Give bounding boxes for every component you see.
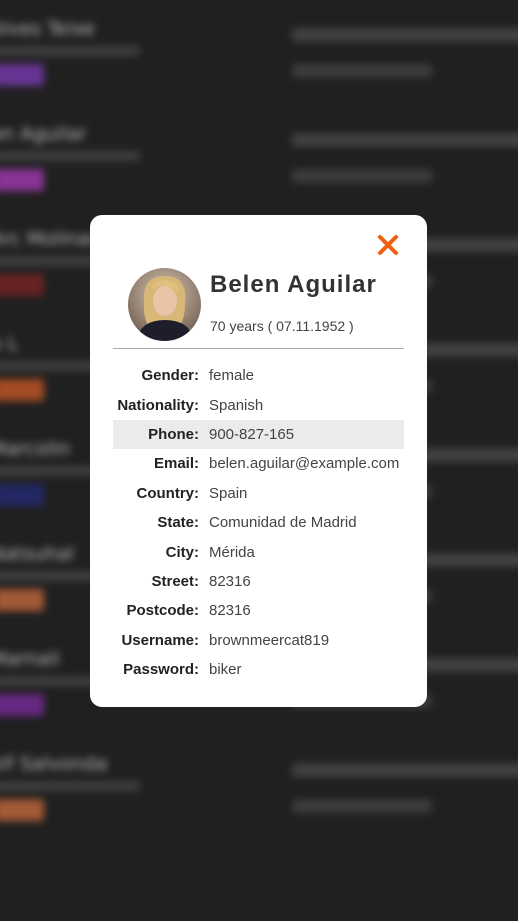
- detail-value: Comunidad de Madrid: [209, 514, 357, 532]
- detail-value: Spain: [209, 484, 248, 502]
- detail-label: Password:: [123, 661, 199, 679]
- detail-row-nationality: Nationality: Spanish: [113, 390, 404, 419]
- detail-value: belen.aguilar@example.com: [209, 455, 400, 473]
- detail-value: 900-827-165: [209, 425, 295, 443]
- detail-value: Mérida: [209, 543, 255, 561]
- detail-value: biker: [209, 661, 242, 679]
- user-full-name: Belen Aguilar: [210, 271, 377, 298]
- detail-label: Nationality:: [117, 396, 199, 414]
- detail-label: Phone:: [148, 425, 199, 443]
- detail-value: brownmeercat819: [209, 631, 330, 649]
- detail-value: female: [209, 367, 255, 385]
- detail-label: City:: [165, 543, 199, 561]
- detail-label: Email:: [153, 455, 199, 473]
- user-age-birthdate: 70 years ( 07.11.1952 ): [210, 318, 354, 334]
- user-details-list: Gender: female Nationality: Spanish Phon…: [113, 361, 404, 684]
- detail-value: Spanish: [209, 396, 264, 414]
- close-button[interactable]: [374, 231, 402, 259]
- avatar: [128, 268, 201, 341]
- detail-label: Country:: [136, 484, 200, 502]
- detail-row-password: Password: biker: [113, 655, 404, 684]
- detail-row-email: Email: belen.aguilar@example.com: [113, 449, 404, 478]
- header-divider: [113, 348, 404, 349]
- user-detail-modal: Belen Aguilar 70 years ( 07.11.1952 ) Ge…: [90, 215, 427, 707]
- detail-row-state: State: Comunidad de Madrid: [113, 508, 404, 537]
- detail-label: Street:: [151, 572, 199, 590]
- close-icon: [378, 235, 398, 255]
- detail-label: Gender:: [141, 367, 199, 385]
- detail-row-gender: Gender: female: [113, 361, 404, 390]
- detail-label: Username:: [121, 631, 199, 649]
- detail-row-postcode: Postcode: 82316: [113, 596, 404, 625]
- detail-value: 82316: [209, 602, 251, 620]
- detail-row-country: Country: Spain: [113, 479, 404, 508]
- detail-row-city: City: Mérida: [113, 537, 404, 566]
- detail-row-phone[interactable]: Phone: 900-827-165: [113, 419, 404, 450]
- detail-row-username: Username: brownmeercat819: [113, 626, 404, 655]
- detail-label: State:: [157, 514, 199, 532]
- detail-label: Postcode:: [126, 602, 199, 620]
- detail-value: 82316: [209, 572, 251, 590]
- detail-row-street: Street: 82316: [113, 567, 404, 596]
